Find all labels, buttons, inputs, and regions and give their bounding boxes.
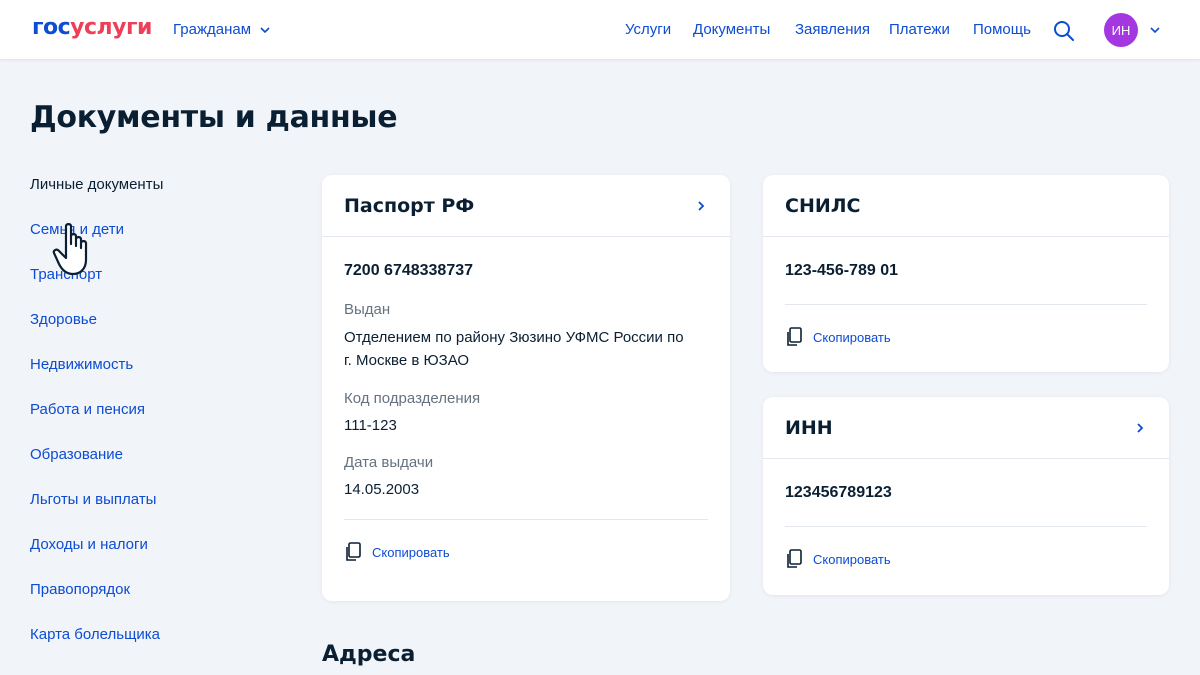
- inn-number: 123456789123: [785, 484, 892, 501]
- nav-help[interactable]: Помощь: [973, 21, 1031, 38]
- sidebar-item-fan-card[interactable]: Карта болельщика: [30, 626, 280, 671]
- chevron-right-icon[interactable]: [1133, 421, 1147, 435]
- page-title: Документы и данные: [30, 100, 398, 135]
- inn-card: ИНН 123456789123 Скопировать: [763, 397, 1169, 595]
- copy-icon: [787, 327, 802, 346]
- snils-card-header: СНИЛС: [763, 175, 1169, 237]
- search-icon[interactable]: [1052, 19, 1076, 43]
- passport-copy-button[interactable]: Скопировать: [344, 542, 708, 562]
- copy-icon: [346, 542, 361, 561]
- addresses-title: Адреса: [322, 642, 416, 667]
- logo-part-uslugi: услуги: [70, 15, 152, 40]
- chevron-down-icon: [260, 26, 270, 33]
- nav-payments[interactable]: Платежи: [889, 21, 950, 38]
- snils-copy-button[interactable]: Скопировать: [785, 327, 1147, 347]
- snils-title: СНИЛС: [785, 194, 861, 217]
- copy-label: Скопировать: [813, 329, 891, 345]
- nav-documents[interactable]: Документы: [693, 21, 770, 38]
- nav-applications[interactable]: Заявления: [795, 21, 870, 38]
- sidebar-item-education[interactable]: Образование: [30, 446, 280, 491]
- inn-copy-button[interactable]: Скопировать: [785, 549, 1147, 569]
- sidebar-item-work-pension[interactable]: Работа и пенсия: [30, 401, 280, 446]
- audience-dropdown[interactable]: Гражданам: [173, 21, 271, 38]
- passport-dept-code-label: Код подразделения: [344, 390, 481, 407]
- passport-issue-date-label: Дата выдачи: [344, 454, 434, 471]
- nav-services[interactable]: Услуги: [625, 21, 671, 38]
- divider: [344, 519, 708, 520]
- passport-number: 7200 6748338737: [344, 262, 474, 279]
- sidebar-item-personal-documents[interactable]: Личные документы: [30, 176, 280, 221]
- chevron-right-icon[interactable]: [694, 199, 708, 213]
- passport-issued-label: Выдан: [344, 301, 391, 318]
- passport-card-header[interactable]: Паспорт РФ: [322, 175, 730, 237]
- gosuslugi-logo[interactable]: госуслуги: [32, 15, 152, 40]
- divider: [785, 526, 1147, 527]
- passport-issued-by: Отделением по району Зюзино УФМС России …: [344, 329, 684, 369]
- divider: [785, 304, 1147, 305]
- sidebar-item-realty[interactable]: Недвижимость: [30, 356, 280, 401]
- sidebar-item-health[interactable]: Здоровье: [30, 311, 280, 356]
- snils-card: СНИЛС 123-456-789 01 Скопировать: [763, 175, 1169, 372]
- inn-title: ИНН: [785, 416, 833, 439]
- passport-card: Паспорт РФ 7200 6748338737 Выдан Отделен…: [322, 175, 730, 601]
- snils-number: 123-456-789 01: [785, 262, 898, 279]
- copy-label: Скопировать: [372, 544, 450, 560]
- copy-label: Скопировать: [813, 551, 891, 567]
- copy-icon: [787, 549, 802, 568]
- logo-part-gos: гос: [32, 15, 71, 40]
- sidebar-item-benefits[interactable]: Льготы и выплаты: [30, 491, 280, 536]
- sidebar-item-income-taxes[interactable]: Доходы и налоги: [30, 536, 280, 581]
- passport-dept-code: 111-123: [344, 417, 397, 434]
- sidebar-item-family[interactable]: Семья и дети: [30, 221, 280, 266]
- documents-sidebar: Личные документы Семья и дети Транспорт …: [30, 176, 280, 671]
- audience-label: Гражданам: [173, 21, 252, 38]
- chevron-down-icon[interactable]: [1149, 24, 1161, 36]
- sidebar-item-law[interactable]: Правопорядок: [30, 581, 280, 626]
- passport-issue-date: 14.05.2003: [344, 481, 420, 498]
- inn-card-header[interactable]: ИНН: [763, 397, 1169, 459]
- passport-title: Паспорт РФ: [344, 194, 475, 217]
- user-avatar[interactable]: ИН: [1104, 13, 1138, 47]
- sidebar-item-transport[interactable]: Транспорт: [30, 266, 280, 311]
- top-header: госуслуги Гражданам Услуги Документы Зая…: [0, 0, 1200, 60]
